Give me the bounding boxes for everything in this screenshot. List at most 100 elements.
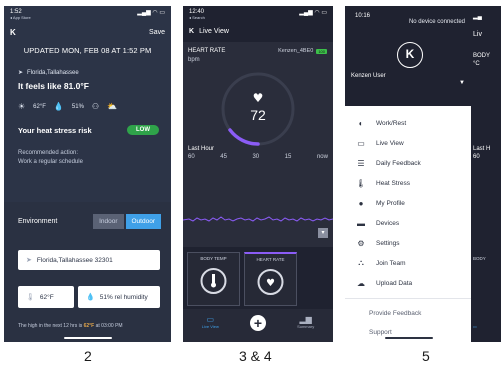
location-row: ➤ Florida,Tallahassee	[18, 69, 171, 77]
caption-screen-3-4: 3 & 4	[239, 348, 272, 364]
heat-risk-row: Your heat stress risk LOW	[18, 125, 159, 135]
heart-icon: ♥	[266, 278, 275, 289]
forecast-footer: The high in the next 12 hrs is 62°F at 0…	[18, 323, 123, 329]
peek-body-label: BODY	[473, 53, 491, 59]
axis-tick: now	[316, 154, 328, 160]
kenzen-logo-icon[interactable]: K	[189, 28, 194, 35]
axis-tick: 45	[220, 154, 227, 160]
menu-item-settings[interactable]: ⚙ Settings	[345, 233, 471, 253]
add-button[interactable]: +	[249, 315, 266, 331]
recommended-action-text: Work a regular schedule	[18, 159, 83, 165]
support-link[interactable]: Support	[345, 323, 471, 342]
user-name: Kenzen User	[351, 73, 386, 79]
menu-item-label: Daily Feedback	[376, 159, 421, 167]
weather-row: ☀ 62°F 💧 51% ⚇ ⛅	[18, 102, 171, 111]
location-field[interactable]: ➤ Florida,Tallahassee 32301	[18, 250, 160, 270]
heart-rate-mini-gauge: ♥	[257, 269, 284, 295]
back-to-app-store[interactable]: ◂ App Store	[10, 15, 31, 20]
indoor-button[interactable]: Indoor	[93, 214, 124, 229]
kenzen-logo-icon[interactable]: K	[10, 28, 19, 37]
menu-item-join-team[interactable]: ⛬ Join Team	[345, 253, 471, 273]
work-rest-icon: ◐	[358, 118, 364, 128]
top-bar: K Live View	[183, 24, 333, 38]
live-view-icon: ▭	[357, 138, 365, 148]
menu-item-daily-feedback[interactable]: ☰ Daily Feedback	[345, 153, 471, 173]
divider	[345, 298, 471, 299]
temperature-field-value: 62°F	[39, 293, 54, 301]
time-axis: 60 45 30 15 now	[188, 154, 328, 160]
sun-icon: ☀	[18, 102, 26, 111]
humidity-field-value: 51% rel humidity	[99, 293, 148, 301]
gear-icon: ⚙	[357, 238, 365, 248]
drawer-menu: ◐ Work/Rest ▭ Live View ☰ Daily Feedback…	[345, 113, 471, 342]
heart-rate-value: 72	[250, 107, 266, 123]
underlying-screen-peek[interactable]: ▂▄ Liv BODY °C Last H 60 BODY ▭	[471, 6, 501, 342]
top-bar: K Save	[4, 24, 171, 40]
menu-item-work-rest[interactable]: ◐ Work/Rest	[345, 113, 471, 133]
forecast-prefix: The high in the next 12 hrs is	[18, 323, 83, 329]
menu-item-label: Settings	[376, 239, 400, 247]
axis-tick: 30	[252, 154, 260, 160]
menu-item-my-profile[interactable]: ● My Profile	[345, 193, 471, 213]
outdoor-button[interactable]: Outdoor	[125, 214, 161, 229]
side-drawer: 10:16 No device connected K Kenzen User …	[345, 6, 471, 342]
heart-rate-title: HEART RATE	[188, 48, 226, 54]
thermometer-icon: 🌡	[355, 178, 367, 188]
heart-icon: ♥	[253, 91, 264, 105]
heat-risk-label: Your heat stress risk	[18, 125, 92, 135]
device-icon: ▬	[357, 218, 365, 228]
menu-item-label: Work/Rest	[376, 119, 407, 127]
status-time: 10:16	[355, 13, 371, 19]
drawer-header: 10:16 No device connected K Kenzen User …	[345, 6, 471, 106]
menu-item-heat-stress[interactable]: 🌡 Heat Stress	[345, 173, 471, 193]
menu-item-devices[interactable]: ▬ Devices	[345, 213, 471, 233]
humidity-field[interactable]: 💧 51% rel humidity	[78, 286, 160, 308]
humidity-drop-icon: 💧	[86, 294, 95, 301]
forecast-suffix: at 03:00 PM	[95, 323, 123, 329]
provide-feedback-link[interactable]: Provide Feedback	[345, 304, 471, 323]
home-indicator	[64, 337, 112, 339]
device-name: Kenzen_4BE0	[278, 48, 314, 54]
axis-tick: 15	[284, 154, 292, 160]
device-status: Kenzen_4BE0 100	[278, 48, 327, 54]
save-button[interactable]: Save	[149, 29, 165, 36]
heat-risk-screen: 1:52 ◂ App Store ▂▄▆ ◠ ▭ K Save UPDATED …	[4, 6, 171, 342]
menu-item-label: Join Team	[376, 259, 406, 267]
menu-item-upload-data[interactable]: ☁ Upload Data	[345, 273, 471, 293]
live-view-icon: ▭	[206, 315, 215, 324]
recommended-action: Recommended action: Work a regular sched…	[18, 149, 171, 167]
thermometer-bulb	[211, 282, 216, 288]
bar-chart-icon: ▂▆	[299, 315, 312, 324]
body-temp-card[interactable]: BODY TEMP	[187, 252, 240, 306]
tab-summary-label: Summary	[297, 324, 315, 329]
peek-tab-icon: ▭	[473, 324, 477, 329]
signal-wifi-battery-icon: ▂▄▆ ◠ ▭	[137, 10, 165, 16]
workers-icon: ⚇	[91, 102, 100, 111]
signal-wifi-battery-icon: ▂▄▆ ◠ ▭	[299, 10, 327, 16]
menu-drawer-screen: 10:16 No device connected K Kenzen User …	[345, 6, 501, 342]
location-arrow-icon: ➤	[18, 70, 24, 76]
cloud-upload-icon: ☁	[357, 278, 365, 288]
person-icon: ●	[358, 198, 364, 208]
dropdown-toggle-icon[interactable]: ▾	[318, 228, 328, 238]
peek-title: Liv	[473, 31, 482, 38]
axis-tick: 60	[188, 154, 195, 160]
environment-toggle: Indoor Outdoor	[93, 214, 161, 229]
menu-item-label: Upload Data	[376, 279, 413, 287]
peek-unit: °C	[473, 61, 480, 67]
peek-signal-icon: ▂▄	[473, 14, 482, 20]
home-indicator	[385, 337, 433, 339]
body-temp-gauge	[200, 268, 227, 294]
tab-live-view[interactable]: ▭ Live View	[195, 315, 225, 329]
humidity-drop-icon: 💧	[53, 102, 64, 111]
heart-rate-card[interactable]: HEART RATE ♥	[244, 252, 297, 306]
chevron-down-icon[interactable]: ▼	[459, 80, 465, 86]
temperature-field[interactable]: 🌡 62°F	[18, 286, 74, 308]
team-icon: ⛬	[358, 258, 364, 267]
heart-rate-panel: HEART RATE bpm Kenzen_4BE0 100 ♥ 72 Last…	[183, 42, 333, 247]
location-field-value: Florida,Tallahassee 32301	[36, 256, 113, 264]
tab-summary[interactable]: ▂▆ Summary	[291, 315, 321, 329]
back-to-search[interactable]: ◂ Search	[189, 15, 205, 20]
menu-item-live-view[interactable]: ▭ Live View	[345, 133, 471, 153]
battery-icon: 100	[316, 48, 327, 54]
